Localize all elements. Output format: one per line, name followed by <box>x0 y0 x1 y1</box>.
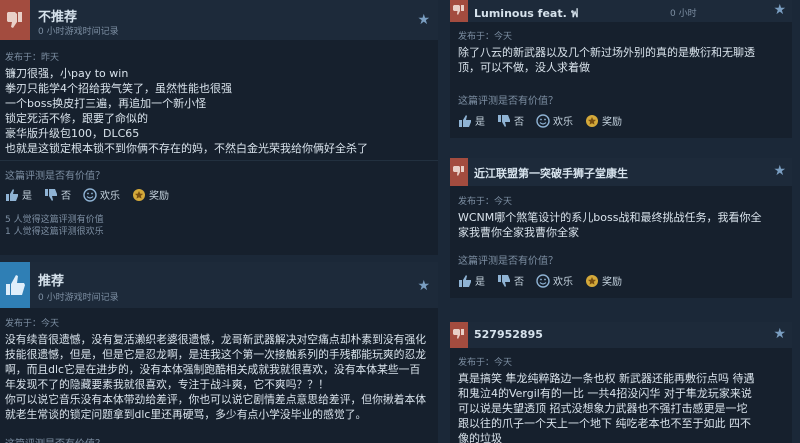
helpful-question: 这篇评测是否有价值？ <box>458 96 558 107</box>
helpful-question: 这篇评测是否有价值？ <box>458 256 558 267</box>
vote-funny-button[interactable]: 欢乐 <box>536 113 573 128</box>
helpful-question: 这篇评测是否有价值？ <box>5 171 105 182</box>
vote-funny-button[interactable]: 欢乐 <box>83 187 120 202</box>
playtime: 0 小时 <box>670 9 697 19</box>
recommendation-label: 推荐 <box>38 274 65 289</box>
thumbs-down-icon <box>497 114 511 128</box>
review-text: 镰刀很强，小pay to win 拳刃只能学4个招给我气笑了，虽然性能也很强 一… <box>5 67 368 155</box>
thumbs-up-icon <box>458 274 472 288</box>
review-header: 近江联盟第一突破手狮子堂康生 ★ <box>450 158 792 186</box>
vote-yes-button[interactable]: 是 <box>458 273 485 288</box>
review-text: 真是搞笑 隼龙纯粹路边一条也权 新武器还能再敷衍点吗 待遇和鬼泣4的Vergil… <box>458 372 755 443</box>
review-card: 527952895 ★ 发布于：今天 真是搞笑 隼龙纯粹路边一条也权 新武器还能… <box>450 322 792 443</box>
award-icon <box>132 188 146 202</box>
helpful-question: 这篇评测是否有价值？ <box>5 435 105 443</box>
vote-bar: 是 否 欢乐 奖励 <box>458 273 622 288</box>
award-label: 奖励 <box>149 191 169 202</box>
award-star-icon[interactable]: ★ <box>417 12 430 28</box>
playtime: 0 小时游戏时间记录 <box>38 293 119 303</box>
review-header: 527952895 ★ <box>450 322 792 348</box>
review-card: Luminous feat. ฟ 0 小时 ★ 发布于：今天 除了八云的新武器以… <box>450 0 792 138</box>
vote-funny-label: 欢乐 <box>100 191 120 202</box>
award-star-icon[interactable]: ★ <box>773 2 786 18</box>
review-header: Luminous feat. ฟ 0 小时 ★ <box>450 0 792 22</box>
award-label: 奖励 <box>602 277 622 288</box>
review-header: 推荐 0 小时游戏时间记录 ★ <box>0 262 438 308</box>
vote-no-button[interactable]: 否 <box>44 187 71 202</box>
vote-funny-button[interactable]: 欢乐 <box>536 273 573 288</box>
review-card: 近江联盟第一突破手狮子堂康生 ★ 发布于：今天 WCNM哪个煞笔设计的系儿bos… <box>450 158 792 298</box>
thumbs-down-icon <box>497 274 511 288</box>
vote-no-button[interactable]: 否 <box>497 113 524 128</box>
posted-date: 发布于：今天 <box>458 32 513 42</box>
thumbs-down-icon <box>450 158 468 186</box>
review-text: 没有续音很遗憾，没有复活濑织老婆很遗憾，龙哥新武器解决对空痛点却朴素到没有强化技… <box>5 333 427 421</box>
thumbs-down-icon <box>0 0 30 40</box>
award-label: 奖励 <box>602 117 622 128</box>
award-star-icon[interactable]: ★ <box>417 278 430 294</box>
vote-yes-button[interactable]: 是 <box>458 113 485 128</box>
smiley-icon <box>536 113 550 128</box>
thumbs-down-icon <box>450 0 468 22</box>
recommendation-label: 不推荐 <box>38 10 78 25</box>
review-text: 除了八云的新武器以及几个新过场外别的真的是敷衍和无聊透顶，可以不做，没人求着做 <box>458 46 755 74</box>
award-icon <box>585 274 599 288</box>
vote-bar: 是 否 欢乐 奖励 <box>5 187 169 202</box>
thumbs-up-icon <box>0 262 30 308</box>
award-star-icon[interactable]: ★ <box>773 163 786 179</box>
award-button[interactable]: 奖励 <box>585 113 622 128</box>
award-button[interactable]: 奖励 <box>132 187 169 202</box>
reviewer-name[interactable]: Luminous feat. ฟ <box>474 4 578 22</box>
posted-date: 发布于：今天 <box>458 358 513 368</box>
award-button[interactable]: 奖励 <box>585 273 622 288</box>
thumbs-down-icon <box>44 188 58 202</box>
vote-no-label: 否 <box>514 117 524 128</box>
thumbs-up-icon <box>5 188 19 202</box>
thumbs-down-icon <box>450 322 468 348</box>
thumbs-up-icon <box>458 114 472 128</box>
posted-date: 发布于：昨天 <box>5 53 60 63</box>
award-icon <box>585 114 599 128</box>
posted-date: 发布于：今天 <box>458 197 513 207</box>
vote-yes-button[interactable]: 是 <box>5 187 32 202</box>
helpful-stats: 5 人觉得这篇评测有价值 1 人觉得这篇评测很欢乐 <box>5 215 104 237</box>
review-header: 不推荐 0 小时游戏时间记录 ★ <box>0 0 438 40</box>
vote-no-label: 否 <box>61 191 71 202</box>
posted-date: 发布于：今天 <box>5 319 60 329</box>
vote-no-label: 否 <box>514 277 524 288</box>
vote-yes-label: 是 <box>22 191 32 202</box>
vote-funny-label: 欢乐 <box>553 277 573 288</box>
review-text: WCNM哪个煞笔设计的系儿boss战和最终挑战任务，我看你全家我曹你全家我曹你全… <box>458 211 762 239</box>
vote-bar: 是 否 欢乐 奖励 <box>458 113 622 128</box>
reviewer-name[interactable]: 527952895 <box>474 328 543 341</box>
vote-yes-label: 是 <box>475 117 485 128</box>
smiley-icon <box>83 187 97 202</box>
review-card: 推荐 0 小时游戏时间记录 ★ 发布于：今天 没有续音很遗憾，没有复活濑织老婆很… <box>0 262 438 443</box>
divider <box>0 160 438 161</box>
vote-yes-label: 是 <box>475 277 485 288</box>
playtime: 0 小时游戏时间记录 <box>38 27 119 37</box>
vote-no-button[interactable]: 否 <box>497 273 524 288</box>
award-star-icon[interactable]: ★ <box>773 326 786 342</box>
reviewer-name[interactable]: 近江联盟第一突破手狮子堂康生 <box>474 165 628 181</box>
vote-funny-label: 欢乐 <box>553 117 573 128</box>
review-card: 不推荐 0 小时游戏时间记录 ★ 发布于：昨天 镰刀很强，小pay to win… <box>0 0 438 255</box>
smiley-icon <box>536 273 550 288</box>
